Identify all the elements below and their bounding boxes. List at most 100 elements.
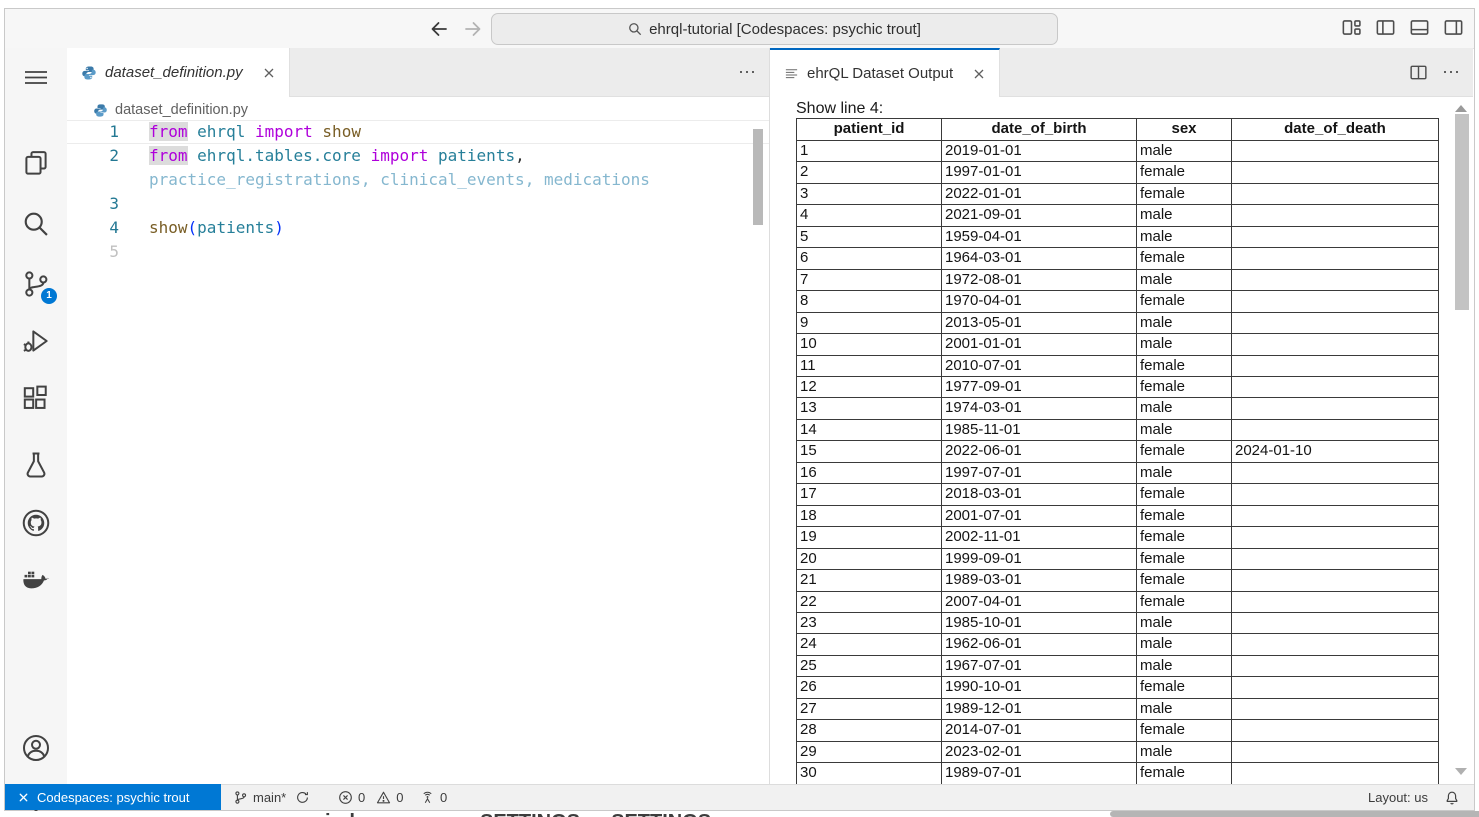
python-file-icon <box>93 103 108 118</box>
table-cell: male <box>1137 334 1232 355</box>
extensions-icon[interactable] <box>20 383 52 415</box>
clipped-page-text-right: SETTINGS ↔ SETTINGS <box>480 811 711 817</box>
scroll-down-arrow[interactable] <box>1455 768 1467 775</box>
code-line[interactable]: 3 <box>67 192 769 216</box>
table-cell: 1959-04-01 <box>942 226 1137 247</box>
code-line[interactable]: practice_registrations, clinical_events,… <box>67 168 769 192</box>
explorer-icon[interactable] <box>20 147 52 179</box>
branch-status-item[interactable]: main* <box>233 785 310 810</box>
output-more-actions-icon[interactable]: ⋯ <box>1442 62 1461 83</box>
forward-arrow-icon[interactable] <box>463 19 483 39</box>
table-cell: 2019-01-01 <box>942 141 1137 162</box>
table-cell: 1985-10-01 <box>942 612 1137 633</box>
ehrql-output-webview: Show line 4: patient_iddate_of_birthsexd… <box>770 97 1473 785</box>
table-cell: 2022-01-01 <box>942 183 1137 204</box>
accounts-icon[interactable] <box>20 732 52 764</box>
source-control-badge: 1 <box>41 288 57 304</box>
table-cell: 1989-12-01 <box>942 698 1137 719</box>
table-cell <box>1232 291 1439 312</box>
table-cell <box>1232 591 1439 612</box>
run-debug-icon[interactable] <box>20 325 52 357</box>
tab-dataset-definition[interactable]: dataset_definition.py <box>67 48 290 97</box>
layout-status-item[interactable]: Layout: us <box>1368 790 1428 805</box>
table-cell: female <box>1137 248 1232 269</box>
table-row: 152022-06-01female2024-01-10 <box>797 441 1439 462</box>
table-row: 261990-10-01female <box>797 677 1439 698</box>
table-cell: 7 <box>797 269 942 290</box>
table-cell: 2022-06-01 <box>942 441 1137 462</box>
source-control-icon[interactable]: 1 <box>20 268 52 300</box>
ports-status-item[interactable]: 0 <box>420 785 447 810</box>
scroll-up-arrow[interactable] <box>1455 105 1467 112</box>
table-cell: 10 <box>797 334 942 355</box>
search-sidebar-icon[interactable] <box>20 208 52 240</box>
table-row: 12019-01-01male <box>797 141 1439 162</box>
table-cell: female <box>1137 183 1232 204</box>
close-tab-icon[interactable] <box>261 65 277 81</box>
split-editor-icon[interactable] <box>1409 63 1428 82</box>
table-cell <box>1232 634 1439 655</box>
tab-ehrql-dataset-output[interactable]: ehrQL Dataset Output <box>770 48 1000 97</box>
table-row: 71972-08-01male <box>797 269 1439 290</box>
code-text: show(patients) <box>149 216 284 240</box>
table-cell: female <box>1137 162 1232 183</box>
code-line[interactable]: 5 <box>67 240 769 264</box>
column-header: patient_id <box>797 119 942 141</box>
bell-notifications-icon[interactable] <box>1444 790 1460 806</box>
dataset-table: patient_iddate_of_birthsexdate_of_death … <box>796 118 1439 785</box>
table-cell: 1990-10-01 <box>942 677 1137 698</box>
testing-flask-icon[interactable] <box>20 449 52 481</box>
webview-scrollbar-thumb[interactable] <box>1455 114 1469 310</box>
toggle-sidebar-icon[interactable] <box>1375 17 1396 38</box>
line-number: 1 <box>67 120 119 144</box>
table-cell: 9 <box>797 312 942 333</box>
problems-status-item[interactable]: 0 0 <box>338 785 403 810</box>
column-header: sex <box>1137 119 1232 141</box>
table-cell <box>1232 248 1439 269</box>
table-cell: 27 <box>797 698 942 719</box>
back-arrow-icon[interactable] <box>429 19 449 39</box>
table-cell <box>1232 720 1439 741</box>
editor-scrollbar-thumb[interactable] <box>753 129 763 225</box>
errors-icon <box>338 790 353 805</box>
remote-label: Codespaces: psychic trout <box>37 790 189 805</box>
table-cell: 2021-09-01 <box>942 205 1137 226</box>
column-header: date_of_birth <box>942 119 1137 141</box>
table-cell: 2024-01-10 <box>1232 441 1439 462</box>
table-cell <box>1232 162 1439 183</box>
customize-layout-icon[interactable] <box>1341 17 1362 38</box>
table-cell: 1989-03-01 <box>942 570 1137 591</box>
code-line[interactable]: 2from ehrql.tables.core import patients, <box>67 144 769 168</box>
table-row: 271989-12-01male <box>797 698 1439 719</box>
git-branch-icon <box>233 790 248 805</box>
table-row: 231985-10-01male <box>797 612 1439 633</box>
menu-hamburger-icon[interactable] <box>20 61 52 93</box>
editor-group-output: ehrQL Dataset Output ⋯ Show line 4: pati… <box>770 48 1473 785</box>
github-icon[interactable] <box>20 507 52 539</box>
docker-icon[interactable] <box>20 565 52 597</box>
code-text: practice_registrations, clinical_events,… <box>149 168 650 192</box>
command-center-search[interactable]: ehrql-tutorial [Codespaces: psychic trou… <box>491 13 1058 45</box>
tab-strip-code: dataset_definition.py ⋯ <box>67 48 769 97</box>
toggle-panel-icon[interactable] <box>1409 17 1430 38</box>
screenshot-root: { "titlebar": { "command_center_text": "… <box>0 0 1479 817</box>
table-cell: female <box>1137 376 1232 397</box>
toggle-secondary-sidebar-icon[interactable] <box>1443 17 1464 38</box>
code-line[interactable]: 4show(patients) <box>67 216 769 240</box>
table-cell <box>1232 677 1439 698</box>
remote-indicator[interactable]: Codespaces: psychic trout <box>5 784 221 810</box>
close-tab-icon[interactable] <box>971 66 987 82</box>
table-cell: 18 <box>797 505 942 526</box>
editor-group-code: dataset_definition.py ⋯ dataset_definiti… <box>67 48 769 785</box>
table-cell: male <box>1137 205 1232 226</box>
editor-more-actions-icon[interactable]: ⋯ <box>738 62 757 83</box>
table-cell <box>1232 484 1439 505</box>
table-row: 141985-11-01male <box>797 419 1439 440</box>
table-row: 182001-07-01female <box>797 505 1439 526</box>
table-cell: 2010-07-01 <box>942 355 1137 376</box>
table-cell: 4 <box>797 205 942 226</box>
line-number: 3 <box>67 192 119 216</box>
line-number: 2 <box>67 144 119 168</box>
code-editor[interactable]: 1from ehrql import show2from ehrql.table… <box>67 120 769 785</box>
code-line[interactable]: 1from ehrql import show <box>67 120 769 144</box>
